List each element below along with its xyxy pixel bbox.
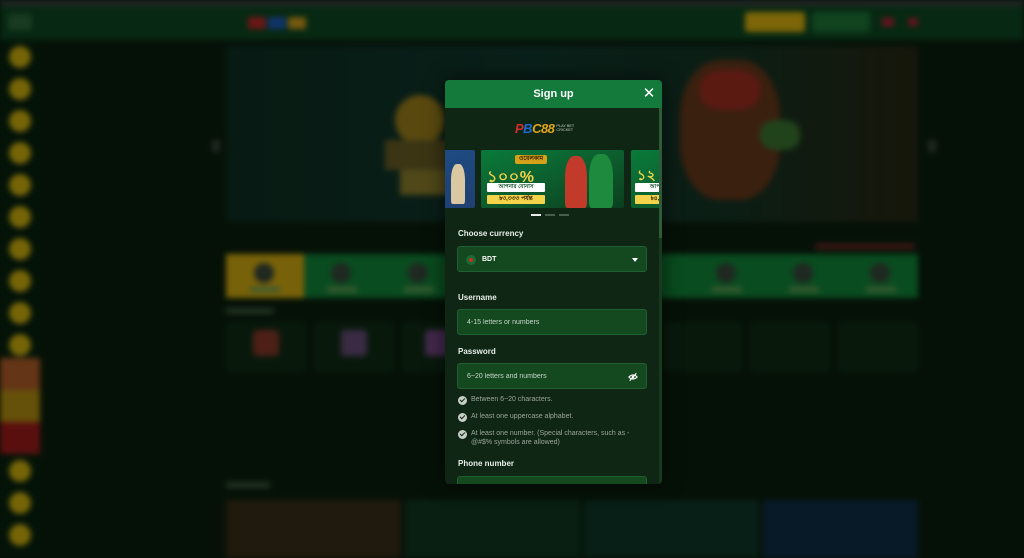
carousel-slide-prev[interactable] bbox=[445, 150, 475, 208]
currency-select[interactable]: BDT bbox=[457, 246, 647, 272]
slide-tag: ওয়েলকাম bbox=[515, 155, 548, 164]
password-rule-text: Between 6~20 characters. bbox=[471, 396, 553, 403]
phone-label: Phone number bbox=[458, 459, 515, 468]
slide-subline: আপনার বোনাস bbox=[487, 183, 545, 192]
modal-header: Sign up ✕ bbox=[445, 80, 662, 108]
player-figure bbox=[451, 164, 465, 204]
promo-carousel[interactable]: ওয়েলকাম ১০০% আপনার বোনাস ৳৩,৩৩৩ পর্যন্ত… bbox=[445, 148, 659, 209]
password-rule: At least one number. (Special characters… bbox=[458, 430, 648, 447]
carousel-slide[interactable]: ওয়েলকাম ১০০% আপনার বোনাস ৳৩,৩৩৩ পর্যন্ত bbox=[481, 150, 624, 208]
brand-logo: PBC88 PLAY BET CRICKET bbox=[515, 120, 595, 136]
slide-subline: আপ bbox=[635, 183, 659, 192]
phone-field-wrap[interactable] bbox=[457, 476, 647, 484]
password-rule-text: At least one uppercase alphabet. bbox=[471, 413, 574, 420]
password-rule: Between 6~20 characters. bbox=[458, 396, 648, 405]
username-label: Username bbox=[458, 293, 497, 302]
username-field-wrap bbox=[457, 309, 647, 335]
check-circle-icon bbox=[458, 430, 467, 439]
carousel-dot[interactable] bbox=[559, 214, 569, 216]
chevron-down-icon bbox=[632, 258, 638, 262]
carousel-dot[interactable] bbox=[531, 214, 541, 216]
password-rule: At least one uppercase alphabet. bbox=[458, 413, 648, 422]
player-figure bbox=[565, 156, 587, 208]
password-input[interactable] bbox=[458, 364, 646, 388]
modal-title: Sign up bbox=[533, 88, 574, 100]
check-circle-icon bbox=[458, 396, 467, 405]
eye-off-icon[interactable] bbox=[628, 372, 638, 382]
slide-amount: ৳৪, bbox=[635, 195, 659, 204]
slide-amount: ৳৩,৩৩৩ পর্যন্ত bbox=[487, 195, 545, 204]
player-figure bbox=[589, 154, 613, 208]
password-field-wrap bbox=[457, 363, 647, 389]
currency-value: BDT bbox=[482, 256, 497, 263]
signup-modal: Sign up ✕ PBC88 PLAY BET CRICKET ওয়েলকা… bbox=[445, 80, 662, 484]
modal-scrollbar-thumb[interactable] bbox=[659, 108, 662, 238]
username-input[interactable] bbox=[458, 310, 646, 334]
password-rule-text: At least one number. (Special characters… bbox=[471, 430, 630, 446]
check-circle-icon bbox=[458, 413, 467, 422]
close-icon[interactable]: ✕ bbox=[640, 85, 658, 103]
bangladesh-flag-icon bbox=[466, 255, 476, 265]
carousel-dots bbox=[531, 214, 569, 216]
currency-label: Choose currency bbox=[458, 229, 524, 238]
carousel-slide-next[interactable]: ১২ আপ ৳৪, bbox=[631, 150, 659, 208]
brand-tagline: PLAY BET CRICKET bbox=[556, 123, 575, 132]
brand-logo-wordmark: PBC88 bbox=[515, 120, 555, 136]
carousel-dot[interactable] bbox=[545, 214, 555, 216]
password-label: Password bbox=[458, 347, 496, 356]
